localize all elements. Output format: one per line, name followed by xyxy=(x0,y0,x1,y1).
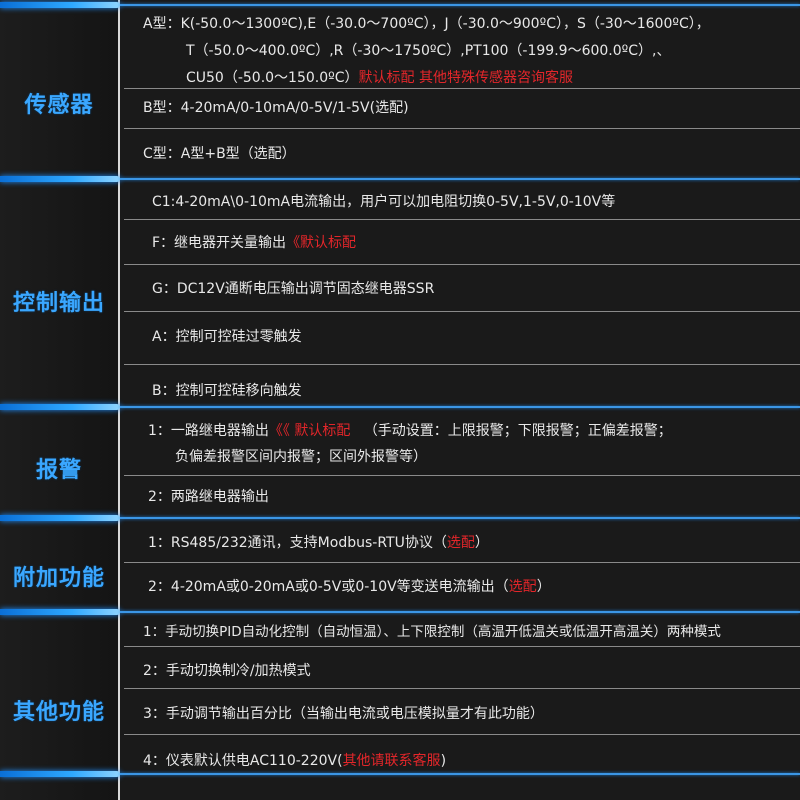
section-separator xyxy=(0,176,800,182)
section-label-sensor: 传感器 xyxy=(24,93,94,118)
row-divider xyxy=(124,364,800,365)
addon-two-optional: 选配 xyxy=(508,579,537,595)
alarm-one-text: 1：一路继电器输出 xyxy=(148,423,269,439)
addon-one-optional: 选配 xyxy=(446,535,475,551)
control-g: G：DC12V通断电压输出调节固态继电器SSR xyxy=(152,281,435,297)
content-column xyxy=(120,0,800,800)
section-separator xyxy=(0,609,800,615)
alarm-one-detail2: 负偏差报警区间内报警；区间外报警等） xyxy=(175,449,427,465)
other-four-text: 4：仪表默认供电AC110-220V( xyxy=(143,753,343,769)
row-divider xyxy=(124,646,800,647)
other-four-contact: 其他请联系客服 xyxy=(342,753,441,769)
other-two: 2：手动切换制冷/加热模式 xyxy=(143,663,311,679)
sensor-b-line: B型：4-20mA/0-10mA/0-5V/1-5V(选配) xyxy=(143,100,409,116)
row-divider xyxy=(124,88,800,89)
row-divider xyxy=(124,264,800,265)
row-divider xyxy=(124,734,800,735)
alarm-one-detail: （手动设置：上限报警；下限报警；正偏差报警； xyxy=(363,423,672,439)
other-one: 1：手动切换PID自动化控制（自动恒温）、上下限控制（高温开低温关或低温开高温关… xyxy=(143,624,721,640)
addon-one: 1：RS485/232通讯，支持Modbus-RTU协议（选配） xyxy=(148,532,489,552)
section-separator xyxy=(0,515,800,521)
sensor-c-line: C型：A型+B型（选配） xyxy=(143,146,296,162)
row-divider xyxy=(124,128,800,129)
control-a: A：控制可控硅过零触发 xyxy=(152,329,302,345)
other-three: 3：手动调节输出百分比（当输出电流或电压模拟量才有此功能） xyxy=(143,706,544,722)
control-c1: C1:4-20mA\0-10mA电流输出，用户可以加电阻切换0-5V,1-5V,… xyxy=(152,194,616,210)
row-divider xyxy=(124,311,800,312)
other-four-end: ) xyxy=(440,753,447,769)
control-f-default: 《默认标配 xyxy=(286,235,357,251)
section-separator xyxy=(0,2,800,8)
column-divider xyxy=(118,0,120,800)
sensor-a-cu50: CU50（-50.0～150.0ºC） xyxy=(186,70,359,86)
alarm-two: 2：两路继电器输出 xyxy=(148,489,269,505)
sensor-a-line1: A型：K(-50.0～1300ºC),E（-30.0～700ºC），J（-30.… xyxy=(143,16,710,32)
alarm-one-default: 《《 默认标配 xyxy=(268,423,351,439)
addon-two: 2：4-20mA或0-20mA或0-5V或0-10V等变送电流输出（选配） xyxy=(148,576,551,596)
row-divider xyxy=(124,475,800,476)
label-column xyxy=(0,0,118,800)
section-label-other: 其他功能 xyxy=(12,700,105,725)
addon-one-text: 1：RS485/232通讯，支持Modbus-RTU协议（ xyxy=(148,535,447,551)
sensor-default-note: 默认标配 其他特殊传感器咨询客服 xyxy=(358,70,573,86)
section-label-control-output: 控制输出 xyxy=(12,291,105,316)
alarm-one: 1：一路继电器输出《《 默认标配 （手动设置：上限报警；下限报警；正偏差报警； xyxy=(148,420,672,440)
control-b: B：控制可控硅移向触发 xyxy=(152,383,302,399)
section-separator xyxy=(0,771,800,777)
section-label-alarm: 报警 xyxy=(35,458,82,483)
section-label-addon: 附加功能 xyxy=(12,566,105,591)
row-divider xyxy=(124,688,800,689)
control-f: F：继电器开关量输出《默认标配 xyxy=(152,232,356,252)
row-divider xyxy=(124,562,800,563)
row-divider xyxy=(124,219,800,220)
control-f-text: F：继电器开关量输出 xyxy=(152,235,287,251)
addon-two-text: 2：4-20mA或0-20mA或0-5V或0-10V等变送电流输出（ xyxy=(148,579,509,595)
addon-one-end: ） xyxy=(474,535,489,551)
sensor-a-line3: CU50（-50.0～150.0ºC）默认标配 其他特殊传感器咨询客服 xyxy=(186,67,573,87)
sensor-a-line2: T（-50.0～400.0ºC）,R（-30～1750ºC）,PT100（-19… xyxy=(186,43,671,59)
section-separator xyxy=(0,404,800,410)
addon-two-end: ） xyxy=(536,579,551,595)
other-four: 4：仪表默认供电AC110-220V(其他请联系客服) xyxy=(143,750,446,770)
